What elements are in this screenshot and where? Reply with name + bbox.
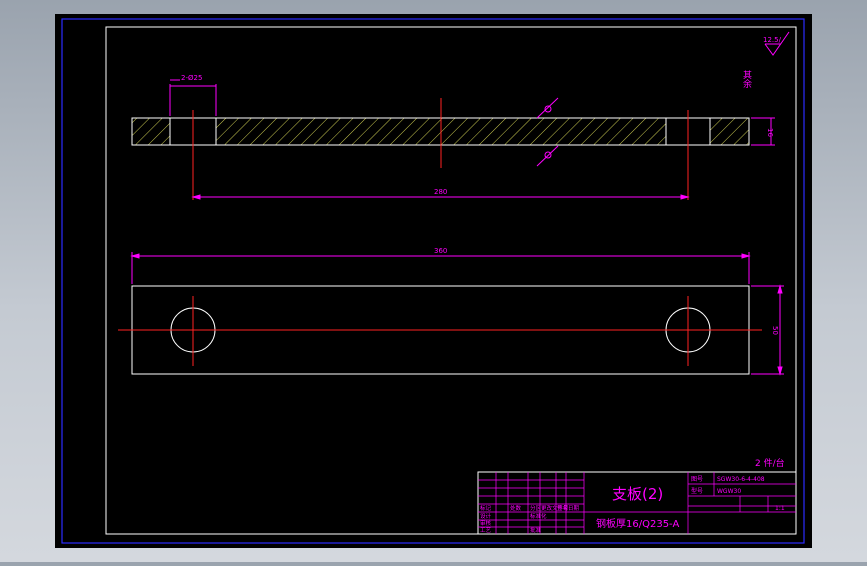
rev-cell: 分区 [530, 504, 542, 512]
overall-length-value: 360 [434, 247, 447, 255]
scale: 1:1 [775, 505, 785, 512]
hole-spec: 2-Ø25 [181, 74, 202, 82]
drawing-no-label: 图号 [691, 476, 703, 483]
model-label: 型号 [691, 487, 703, 495]
rev-cell: 工艺 [480, 527, 492, 534]
rev-cell: 日期 [568, 505, 580, 512]
roughness-note: 其余 [741, 70, 752, 89]
drawing-canvas: 12.5/ 其余 2-Ø25 16 280 360 50 2 件/台 标记 处数… [55, 14, 812, 548]
rev-cell: 审核 [480, 519, 492, 527]
rev-cell: 设计 [480, 512, 492, 520]
rev-cell: 标准化 [530, 512, 547, 520]
hatch-left [132, 118, 170, 145]
drawing-sheet [55, 14, 812, 548]
model: WGW30 [717, 488, 741, 495]
roughness-value: 12.5/ [763, 36, 782, 44]
drawing-no: SGW30-6-4-408 [717, 476, 765, 483]
cad-viewport[interactable]: 12.5/ 其余 2-Ø25 16 280 360 50 2 件/台 标记 处数… [0, 0, 867, 562]
thickness-value: 16 [766, 128, 774, 137]
rev-cell: 签名 [557, 504, 568, 512]
quantity-note: 2 件/台 [755, 457, 785, 469]
rev-cell: 批准 [530, 526, 542, 534]
hatch-right [710, 118, 749, 145]
width-value: 50 [771, 326, 779, 335]
part-name: 支板(2) [612, 485, 663, 503]
material: 钢板厚16/Q235-A [596, 517, 679, 530]
center-distance-value: 280 [434, 188, 447, 196]
rev-cell: 处数 [510, 504, 522, 512]
rev-cell: 标记 [480, 504, 492, 512]
